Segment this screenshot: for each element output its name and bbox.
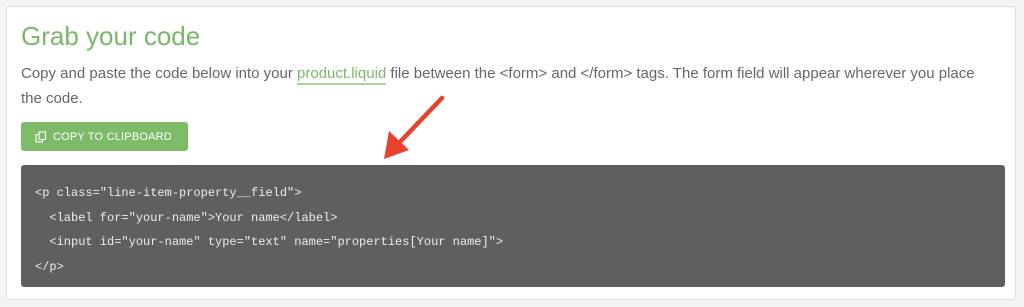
code-line: <p class="line-item-property__field"> bbox=[35, 186, 302, 200]
description-before: Copy and paste the code below into your bbox=[21, 65, 298, 82]
code-line: </p> bbox=[35, 259, 64, 274]
section-title: Grab your code bbox=[21, 21, 201, 51]
copy-icon bbox=[35, 130, 47, 143]
section-description: Copy and paste the code below into your … bbox=[21, 61, 996, 111]
code-snippet[interactable]: <p class="line-item-property__field"> <l… bbox=[21, 165, 1005, 287]
copy-to-clipboard-button[interactable]: COPY TO CLIPBOARD bbox=[21, 122, 188, 151]
copy-button-label: COPY TO CLIPBOARD bbox=[53, 130, 172, 143]
product-liquid-link[interactable]: product.liquid bbox=[297, 65, 387, 85]
code-card: Grab your code Copy and paste the code b… bbox=[6, 6, 1016, 300]
code-line: <input id="your-name" type="text" name="… bbox=[35, 235, 504, 249]
code-line: <label for="your-name">Your name</label> bbox=[35, 210, 338, 225]
